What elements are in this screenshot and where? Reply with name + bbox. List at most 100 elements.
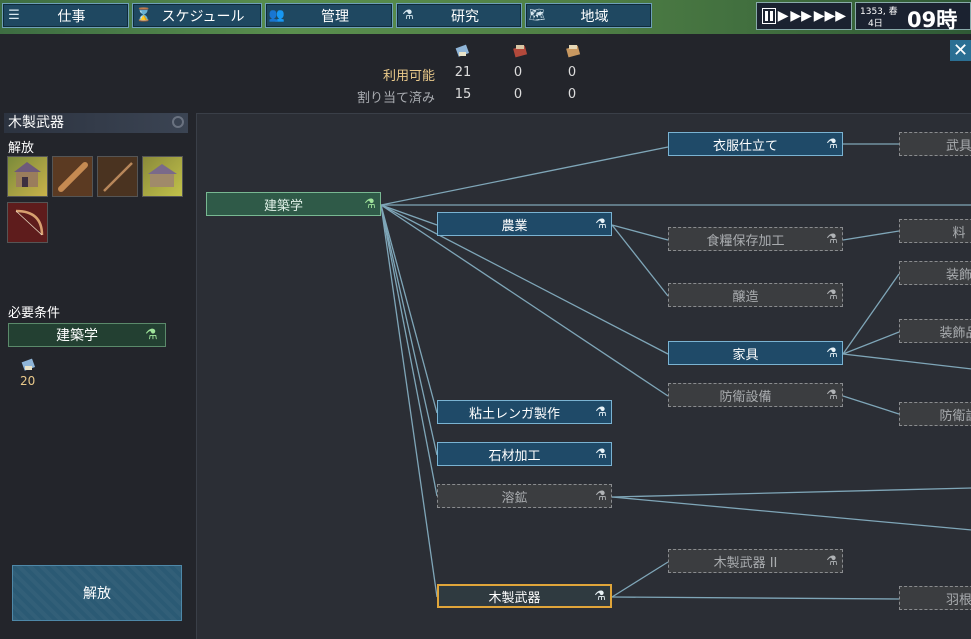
people-icon: 👥 <box>268 8 286 23</box>
date-day: 4日 <box>868 19 883 29</box>
fastest-button[interactable]: ▶▶▶ <box>814 8 846 24</box>
research-node-weaponry[interactable]: 武具 <box>899 132 971 156</box>
flask-icon: ⚗ <box>402 8 414 23</box>
node-label: 羽根 <box>945 592 971 608</box>
flask-icon: ⚗ <box>595 404 607 420</box>
research-node-wooden-weapons-2[interactable]: 木製武器 II ⚗ <box>668 549 843 573</box>
nav-button-region[interactable]: 🗺 地域 <box>525 3 652 28</box>
speed-controls: ▶ ▶▶ ▶▶▶ <box>756 2 852 30</box>
node-label: 防衛設備 <box>719 389 772 405</box>
assigned-label: 割り当て済み <box>356 91 435 106</box>
requirement-label: 建築学 <box>56 328 98 344</box>
blueprint-icon <box>21 358 36 371</box>
node-label: 醸造 <box>732 289 759 305</box>
assigned-value: 15 <box>454 87 472 102</box>
tan-book-icon <box>566 45 581 58</box>
nav-button-research[interactable]: ⚗ 研究 <box>396 3 522 28</box>
nav-button-jobs[interactable]: ☰ 仕事 <box>2 3 129 28</box>
flask-icon: ⚗ <box>595 446 607 462</box>
play-button[interactable]: ▶ <box>778 8 789 24</box>
research-node-brewing[interactable]: 醸造 ⚗ <box>668 283 843 307</box>
available-value: 21 <box>454 65 472 80</box>
node-label: 建築学 <box>263 198 303 214</box>
research-node-smelting[interactable]: 溶鉱 ⚗ <box>437 484 612 508</box>
nav-label: スケジュール <box>161 8 245 25</box>
available-value: 0 <box>567 65 577 80</box>
node-label: 粘土レンガ製作 <box>468 406 560 422</box>
bow-icon[interactable] <box>7 202 48 243</box>
node-label: 衣服仕立て <box>712 138 778 154</box>
research-node-ornaments[interactable]: 装飾品 <box>899 319 971 343</box>
list-icon: ☰ <box>8 8 20 23</box>
research-node-tailoring[interactable]: 衣服仕立て ⚗ <box>668 132 843 156</box>
node-label: 石材加工 <box>488 448 541 464</box>
node-label: 防衛設 <box>939 408 971 424</box>
nav-label: 地域 <box>580 8 609 25</box>
flask-icon: ⚗ <box>595 216 607 232</box>
requirement-item[interactable]: 建築学 ⚗ <box>8 323 166 347</box>
node-label: 家具 <box>732 347 759 363</box>
flask-icon: ⚗ <box>826 136 838 152</box>
research-node-cooking[interactable]: 料 <box>899 219 971 243</box>
node-label: 武具 <box>945 138 971 154</box>
building-icon[interactable] <box>7 156 48 197</box>
flask-icon: ⚗ <box>826 231 838 247</box>
hourglass-icon: ⌛ <box>135 8 153 23</box>
available-value: 0 <box>513 65 523 80</box>
fast-forward-button[interactable]: ▶▶ <box>790 8 812 24</box>
flask-icon: ⚗ <box>594 588 606 604</box>
red-book-icon <box>513 45 528 58</box>
research-node-defenses[interactable]: 防衛設備 ⚗ <box>668 383 843 407</box>
nav-button-schedule[interactable]: ⌛ スケジュール <box>132 3 262 28</box>
map-icon: 🗺 <box>528 8 546 23</box>
research-node-farming[interactable]: 農業 ⚗ <box>437 212 612 236</box>
nav-button-manage[interactable]: 👥 管理 <box>265 3 393 28</box>
flask-icon: ⚗ <box>826 387 838 403</box>
research-node-furniture[interactable]: 家具 ⚗ <box>668 341 843 365</box>
nav-label: 研究 <box>451 8 479 25</box>
panel-title: 木製武器 <box>8 115 64 131</box>
node-label: 木製武器 <box>488 590 541 606</box>
research-tree: 建築学 ⚗ 衣服仕立て ⚗ 武具 農業 ⚗ 食糧保存加工 ⚗ 料 醸造 ⚗ 装飾… <box>196 113 971 639</box>
research-node-wooden-weapons[interactable]: 木製武器 ⚗ <box>437 584 612 608</box>
research-node-decoration[interactable]: 装飾 <box>899 261 971 285</box>
flask-icon: ⚗ <box>595 488 607 504</box>
available-label: 利用可能 <box>382 69 435 84</box>
gear-icon[interactable] <box>172 116 184 128</box>
blueprint-icon <box>455 44 470 57</box>
research-node-stonework[interactable]: 石材加工 ⚗ <box>437 442 612 466</box>
nav-label: 管理 <box>321 8 349 25</box>
research-node-feathers[interactable]: 羽根 <box>899 586 971 610</box>
flask-icon: ⚗ <box>826 345 838 361</box>
nav-label: 仕事 <box>57 8 86 25</box>
cost-value: 20 <box>20 374 36 388</box>
research-node-food-preservation[interactable]: 食糧保存加工 ⚗ <box>668 227 843 251</box>
research-node-clay-brick[interactable]: 粘土レンガ製作 ⚗ <box>437 400 612 424</box>
flask-icon: ⚗ <box>826 553 838 569</box>
flask-icon: ⚗ <box>826 287 838 303</box>
game-clock: 1353, 春 4日 09時 <box>855 2 971 32</box>
requirements-label: 必要条件 <box>8 306 61 321</box>
panel-header: 木製武器 <box>4 113 188 133</box>
pause-button[interactable] <box>761 8 776 24</box>
unlock-section-label: 解放 <box>8 141 35 156</box>
node-label: 木製武器 II <box>713 555 778 571</box>
flask-check-icon: ⚗ <box>145 327 158 343</box>
close-icon: ✕ <box>952 40 969 61</box>
research-node-architecture[interactable]: 建築学 ⚗ <box>206 192 381 216</box>
node-label: 装飾品 <box>939 325 971 341</box>
flask-check-icon: ⚗ <box>364 196 376 212</box>
unlock-button[interactable]: 解放 <box>12 565 182 621</box>
close-button[interactable]: ✕ <box>950 40 971 61</box>
barracks-icon[interactable] <box>142 156 183 197</box>
spear-icon[interactable] <box>97 156 138 197</box>
node-label: 溶鉱 <box>501 490 528 506</box>
club-icon[interactable] <box>52 156 93 197</box>
assigned-value: 0 <box>513 87 523 102</box>
clock-hour: 09時 <box>907 8 958 32</box>
node-label: 農業 <box>501 218 528 234</box>
assigned-value: 0 <box>567 87 577 102</box>
node-label: 食糧保存加工 <box>706 233 785 249</box>
unlock-button-label: 解放 <box>83 586 111 602</box>
research-node-defenses-2[interactable]: 防衛設 <box>899 402 971 426</box>
